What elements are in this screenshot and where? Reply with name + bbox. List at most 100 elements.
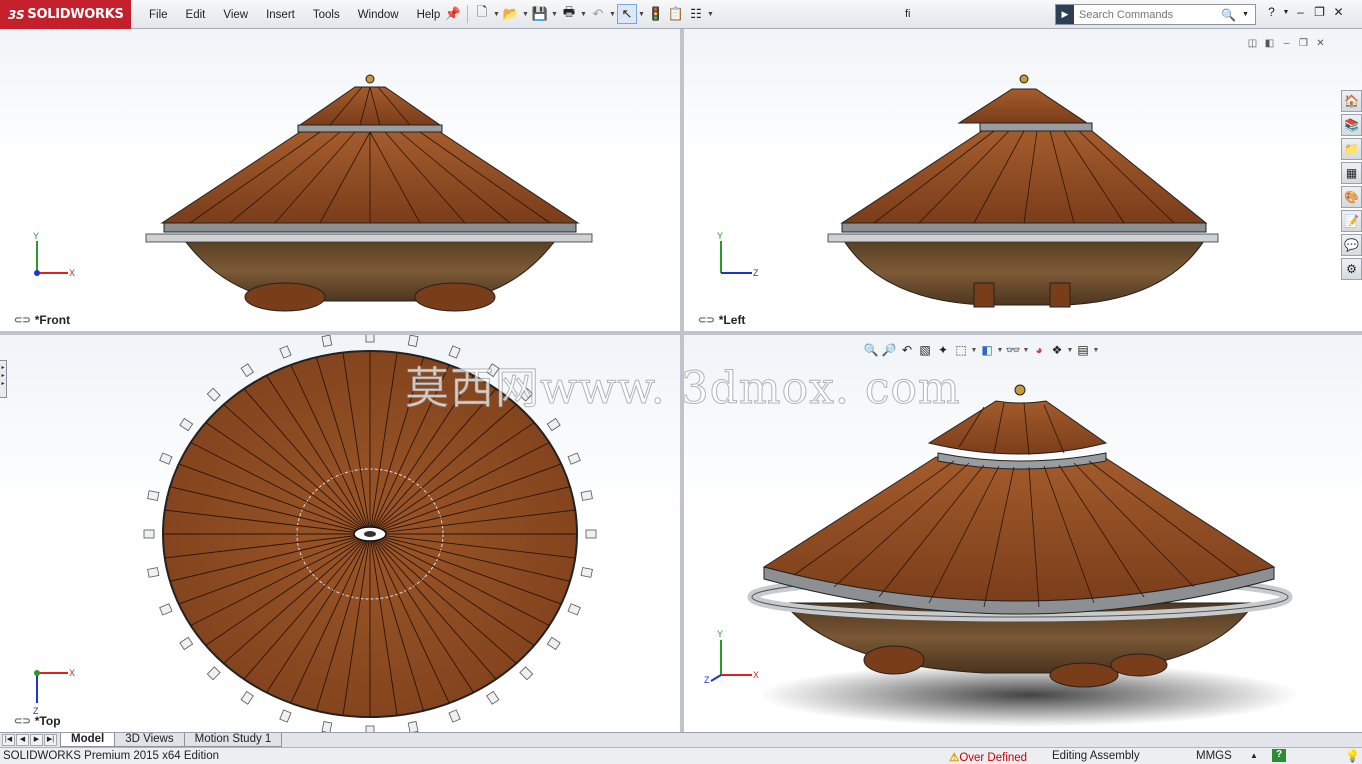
viewport-controls: ◫ ◧ – ❐ ✕ — [1244, 38, 1329, 49]
search-commands-box[interactable]: ▶ 🔍 ▼ — [1055, 4, 1256, 25]
tip-lightbulb-icon[interactable]: 💡 — [1345, 749, 1360, 763]
menu-insert[interactable]: Insert — [257, 9, 304, 21]
tab-first-icon[interactable]: |◀ — [2, 734, 15, 746]
view-settings-dropdown-icon[interactable]: ▼ — [1092, 347, 1100, 354]
feature-manager-toggle[interactable]: ▸ ▸ ▸ — [0, 360, 7, 398]
top-hatch — [353, 526, 387, 542]
viewport-minimize-icon[interactable]: – — [1278, 38, 1295, 49]
search-input[interactable] — [1079, 8, 1219, 21]
design-library-icon[interactable]: 📚 — [1341, 114, 1362, 136]
minimize-icon[interactable]: – — [1291, 5, 1310, 19]
select-cursor-icon[interactable]: ↖ — [617, 4, 637, 24]
search-dropdown-icon[interactable]: ▼ — [1242, 11, 1249, 18]
task-pane-tabs: 🏠 📚 📁 ▦ 🎨 📝 💬 ⚙ — [1341, 90, 1362, 282]
print-dropdown-icon[interactable]: ▼ — [579, 11, 588, 18]
gun-port — [179, 636, 194, 651]
open-dropdown-icon[interactable]: ▼ — [521, 11, 530, 18]
appearances-scenes-icon[interactable]: 🎨 — [1341, 186, 1362, 208]
tab-motion-study-1[interactable]: Motion Study 1 — [183, 733, 283, 747]
apply-scene-icon[interactable]: ❖ — [1048, 343, 1066, 357]
solidworks-resources-icon[interactable]: 🏠 — [1341, 90, 1362, 112]
tab-model[interactable]: Model — [60, 733, 116, 747]
gun-port — [147, 567, 160, 578]
single-view-icon[interactable]: ◫ — [1244, 38, 1261, 49]
menu-edit[interactable]: Edit — [177, 9, 215, 21]
view-settings-icon[interactable]: ▤ — [1074, 343, 1092, 357]
gun-port — [546, 636, 561, 651]
viewport-close-icon[interactable]: ✕ — [1312, 38, 1329, 49]
restore-icon[interactable]: ❐ — [1310, 5, 1329, 19]
solidworks-window: 3S SOLIDWORKS File Edit View Insert Tool… — [0, 0, 1362, 764]
top-axis-triad: X Z — [33, 668, 75, 716]
solidworks-forum-icon[interactable]: 💬 — [1341, 234, 1362, 256]
search-icon[interactable]: 🔍 — [1221, 8, 1236, 22]
status-warning[interactable]: ⚠Over Defined — [949, 750, 1027, 764]
tab-last-icon[interactable]: ▶| — [44, 734, 57, 746]
pin-menu-icon[interactable]: 📌 — [443, 4, 463, 24]
toolbox-icon[interactable]: ⚙ — [1341, 258, 1362, 280]
gun-port — [448, 709, 461, 723]
viewport-front[interactable]: Y X ⊂⊃ *Front — [0, 29, 680, 331]
front-axis-triad: Y X — [33, 231, 75, 278]
help-icon[interactable]: ? — [1262, 5, 1281, 19]
front-hull — [183, 240, 557, 312]
view-link-icon[interactable]: ⊂⊃ — [14, 315, 31, 326]
tab-3d-views[interactable]: 3D Views — [114, 733, 185, 747]
close-icon[interactable]: ✕ — [1329, 5, 1348, 19]
viewport-vertical-splitter[interactable] — [680, 29, 684, 732]
undo-dropdown-icon[interactable]: ▼ — [608, 11, 617, 18]
view-link-icon[interactable]: ⊂⊃ — [14, 716, 31, 727]
viewport-restore-icon[interactable]: ❐ — [1295, 38, 1312, 49]
file-properties-icon[interactable]: 📋 — [666, 4, 686, 24]
rebuild-traffic-light-icon[interactable]: 🚦 — [646, 4, 666, 24]
save-icon[interactable]: 💾 — [530, 4, 550, 24]
viewport-top-label: ⊂⊃ *Top — [14, 714, 61, 728]
gun-port — [179, 417, 194, 432]
viewport-horizontal-splitter[interactable] — [0, 331, 1362, 335]
hide-show-dropdown-icon[interactable]: ▼ — [1022, 347, 1030, 354]
view-palette-icon[interactable]: ▦ — [1341, 162, 1362, 184]
new-document-icon[interactable]: 🗋 — [472, 4, 492, 24]
options-dropdown-icon[interactable]: ▼ — [706, 11, 715, 18]
options-icon[interactable]: ☷ — [686, 4, 706, 24]
triad-x-label: X — [69, 668, 75, 678]
iso-axis-triad: Y X Z — [704, 629, 759, 685]
file-explorer-icon[interactable]: 📁 — [1341, 138, 1362, 160]
open-folder-icon[interactable]: 📂 — [501, 4, 521, 24]
quick-tips-help-icon[interactable]: ? — [1272, 749, 1286, 762]
two-view-icon[interactable]: ◧ — [1261, 38, 1278, 49]
undo-icon[interactable]: ↶ — [588, 4, 608, 24]
menu-window[interactable]: Window — [349, 9, 408, 21]
view-orientation-dropdown-icon[interactable]: ▼ — [970, 347, 978, 354]
window-controls: ? ▼ – ❐ ✕ — [1262, 5, 1348, 19]
units-dropdown-icon[interactable]: ▲ — [1250, 751, 1258, 760]
display-style-icon[interactable]: ◧ — [978, 343, 996, 357]
solidworks-logo[interactable]: 3S SOLIDWORKS — [0, 0, 131, 29]
select-dropdown-icon[interactable]: ▼ — [637, 11, 646, 18]
save-dropdown-icon[interactable]: ▼ — [550, 11, 559, 18]
hide-show-items-icon[interactable]: 👓 — [1004, 343, 1022, 357]
new-dropdown-icon[interactable]: ▼ — [492, 11, 501, 18]
tab-prev-icon[interactable]: ◀ — [16, 734, 29, 746]
gun-port — [240, 363, 254, 378]
gun-port — [206, 387, 221, 402]
gun-port — [546, 417, 561, 432]
toolbar-separator — [467, 5, 468, 23]
edit-appearance-icon[interactable]: ◕ — [1030, 343, 1048, 357]
viewport-left[interactable]: Y Z ⊂⊃ *Left — [684, 29, 1362, 331]
custom-properties-icon[interactable]: 📝 — [1341, 210, 1362, 232]
standard-toolbar: 📌 🗋 ▼ 📂 ▼ 💾 ▼ 🖶 ▼ ↶ ▼ ↖ ▼ 🚦 📋 ☷ ▼ — [443, 4, 715, 24]
status-product: SOLIDWORKS Premium 2015 x64 Edition — [3, 750, 220, 762]
tab-next-icon[interactable]: ▶ — [30, 734, 43, 746]
status-units[interactable]: MMGS — [1196, 750, 1232, 762]
menu-file[interactable]: File — [140, 9, 177, 21]
print-icon[interactable]: 🖶 — [559, 4, 579, 24]
menu-view[interactable]: View — [214, 9, 257, 21]
triad-z-label: Z — [704, 675, 710, 685]
left-roof — [840, 74, 1208, 233]
display-style-dropdown-icon[interactable]: ▼ — [996, 347, 1004, 354]
help-dropdown-icon[interactable]: ▼ — [1281, 9, 1291, 16]
view-link-icon[interactable]: ⊂⊃ — [698, 315, 715, 326]
menu-tools[interactable]: Tools — [304, 9, 349, 21]
apply-scene-dropdown-icon[interactable]: ▼ — [1066, 347, 1074, 354]
